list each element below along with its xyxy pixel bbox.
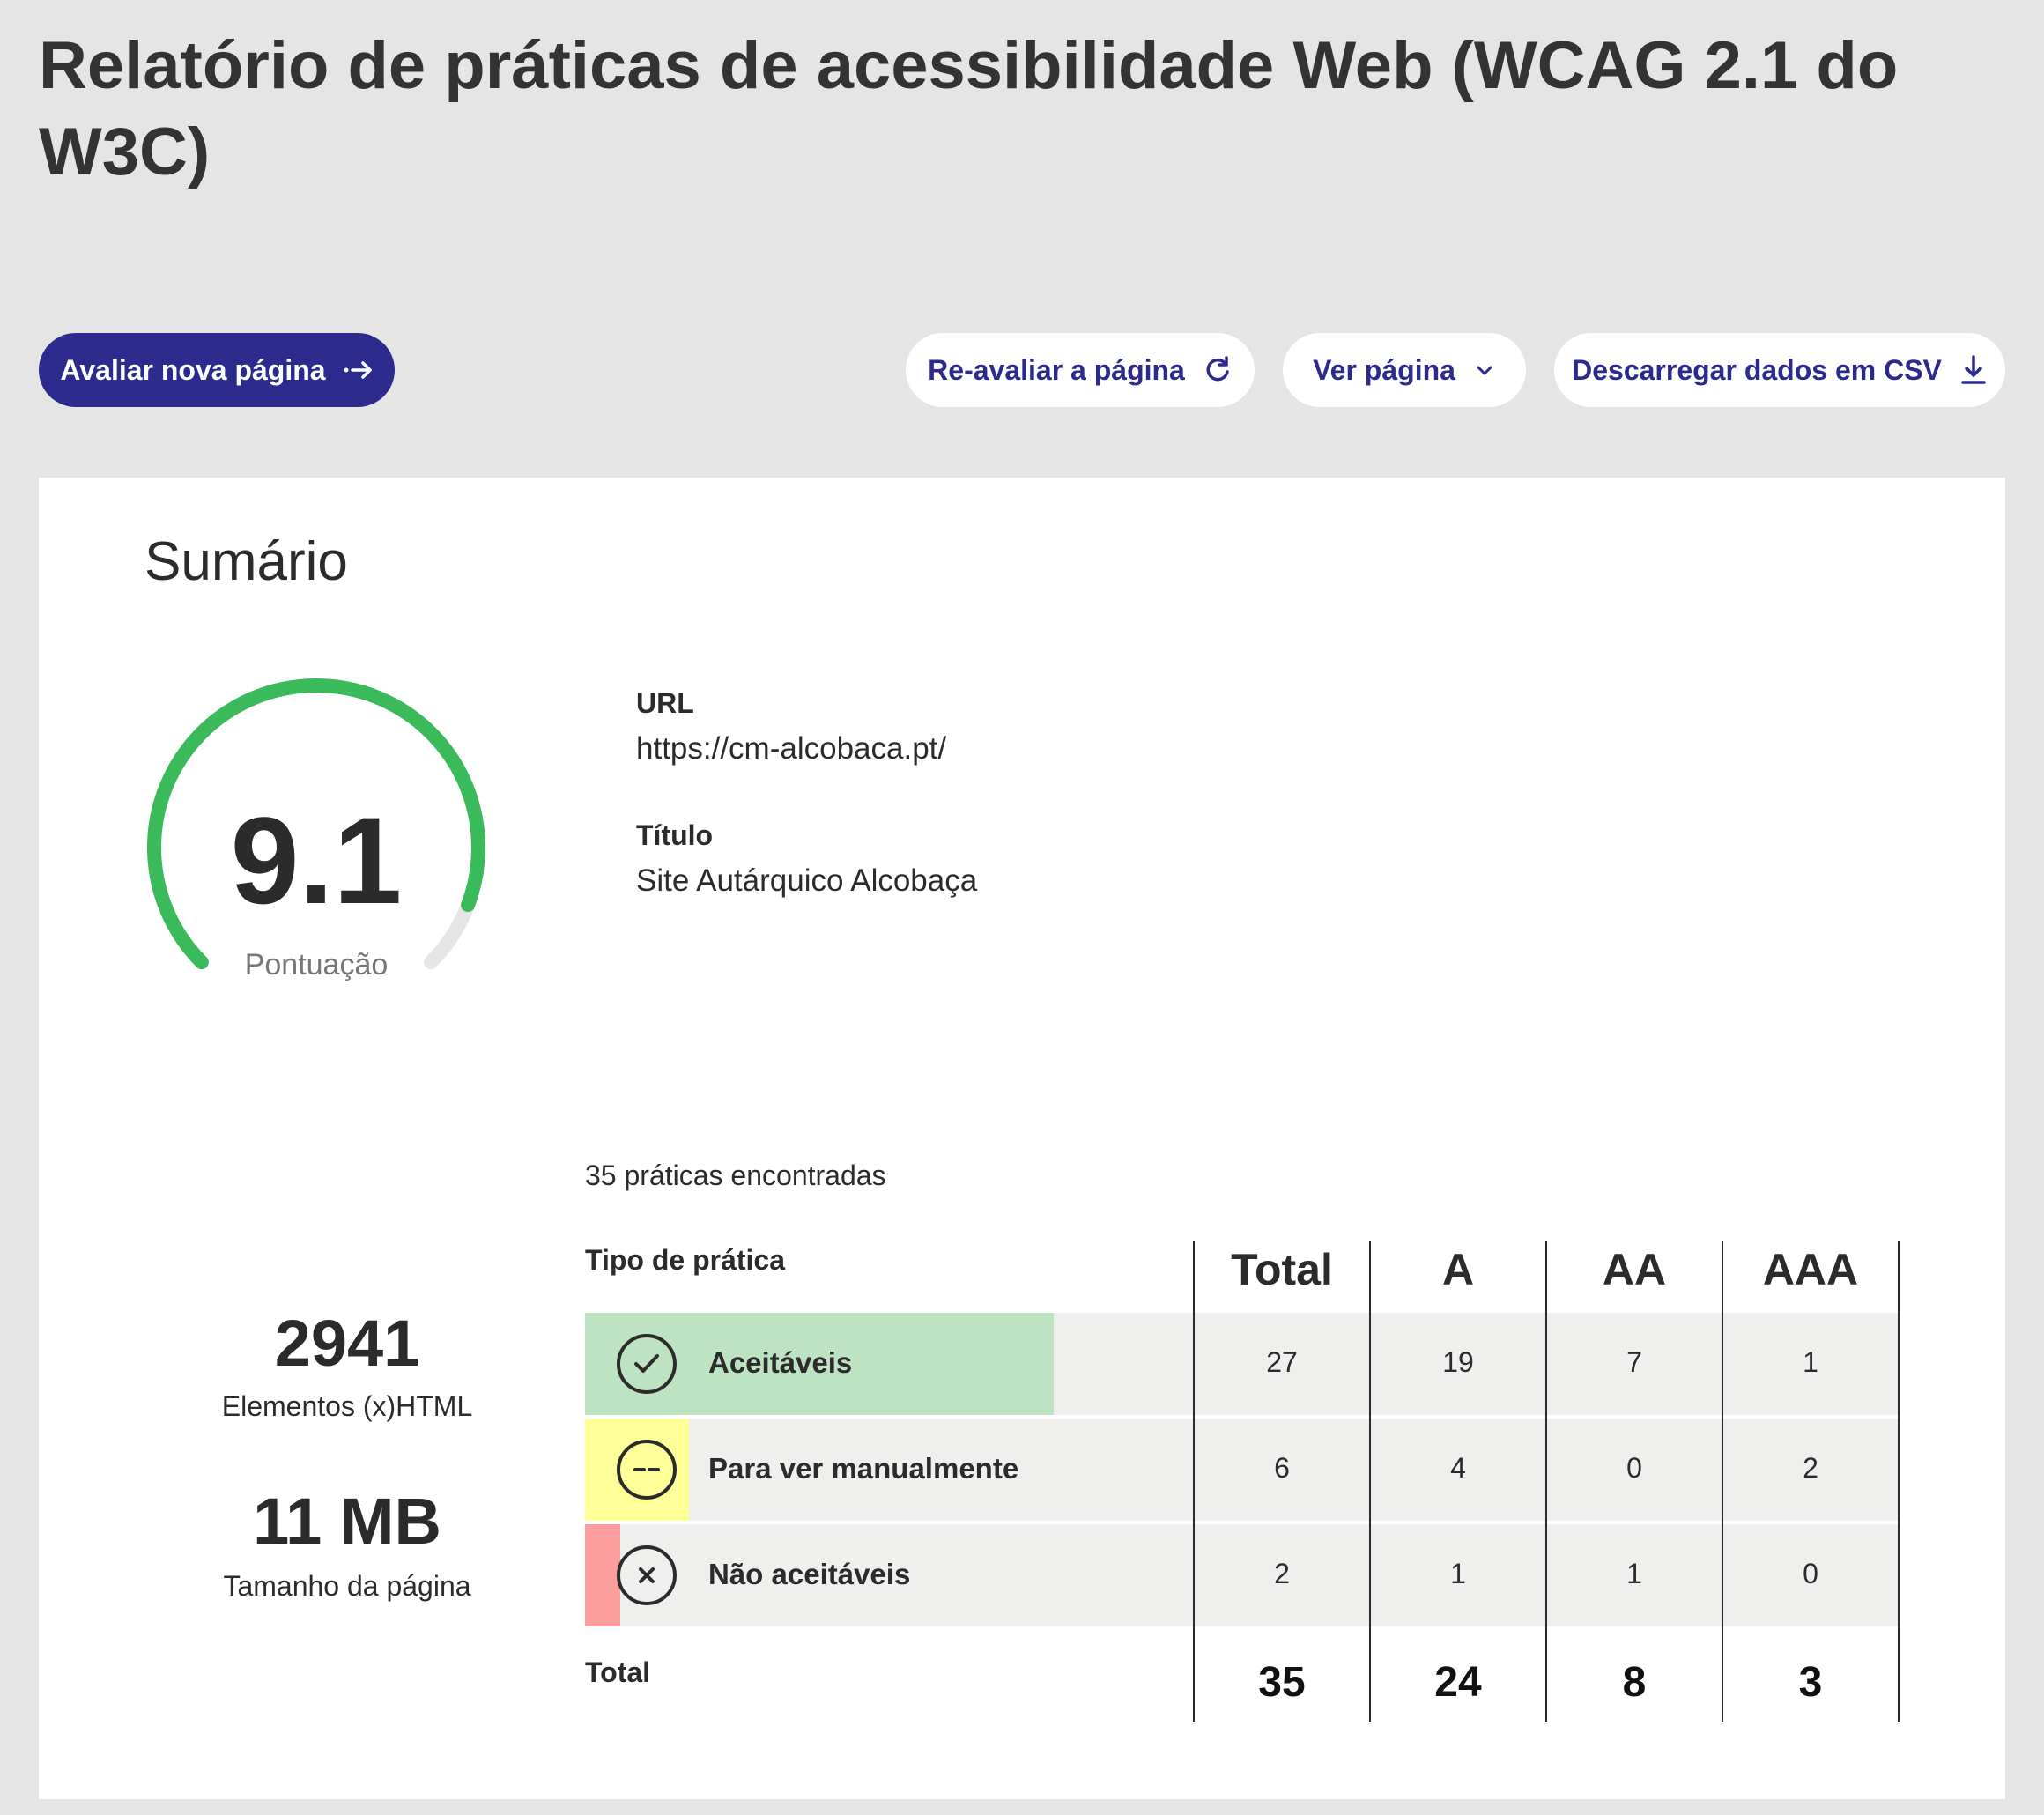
page-size-value: 11 MB (253, 1485, 441, 1558)
column-divider (1722, 1241, 1723, 1722)
view-page-label: Ver página (1313, 353, 1455, 386)
column-header-total: Total (1231, 1245, 1333, 1294)
check-icon (617, 1334, 677, 1394)
practice-type-header: Tipo de prática (585, 1244, 786, 1276)
view-page-dropdown[interactable]: Ver página (1283, 333, 1526, 407)
evaluate-new-page-button[interactable]: Avaliar nova página (39, 333, 395, 407)
reevaluate-page-label: Re-avaliar a página (928, 353, 1185, 386)
manual-label: Para ver manualmente (708, 1452, 1019, 1485)
not-acceptable-aa: 1 (1626, 1558, 1642, 1589)
manual-a: 4 (1450, 1452, 1466, 1484)
score-value: 9.1 (230, 791, 403, 930)
download-csv-button[interactable]: Descarregar dados em CSV (1554, 333, 2005, 407)
elements-count: 2941 (274, 1307, 420, 1380)
not-acceptable-ratio-bar (585, 1524, 620, 1626)
total-aaa: 3 (1798, 1659, 1823, 1706)
dash-icon (617, 1440, 677, 1500)
acceptable-a: 19 (1442, 1346, 1474, 1378)
url-value: https://cm-alcobaca.pt/ (636, 731, 947, 766)
elements-label: Elementos (x)HTML (221, 1390, 473, 1422)
page-size-label: Tamanho da página (223, 1570, 471, 1602)
chevron-down-icon (1473, 361, 1496, 379)
column-header-aa: AA (1602, 1245, 1667, 1294)
manual-total: 6 (1274, 1452, 1290, 1484)
arrow-right-icon (344, 359, 374, 381)
url-label: URL (636, 687, 694, 719)
score-label: Pontuação (244, 948, 389, 982)
column-divider (1898, 1241, 1900, 1722)
acceptable-total: 27 (1266, 1346, 1298, 1378)
page-title-label: Título (636, 819, 714, 851)
not-acceptable-label: Não aceitáveis (708, 1558, 911, 1590)
refresh-icon (1203, 355, 1233, 385)
column-header-aaa: AAA (1762, 1245, 1859, 1294)
column-header-a: A (1441, 1245, 1475, 1294)
summary-card: Sumário 9.1 Pontuação URL https://cm-alc… (39, 478, 2005, 1799)
total-label: Total (585, 1656, 651, 1688)
total-a: 24 (1434, 1659, 1482, 1706)
manual-aaa: 2 (1803, 1452, 1818, 1484)
evaluate-new-page-label: Avaliar nova página (60, 353, 326, 386)
manual-aa: 0 (1626, 1452, 1642, 1484)
column-divider (1369, 1241, 1371, 1722)
not-acceptable-total: 2 (1274, 1558, 1290, 1589)
not-acceptable-a: 1 (1450, 1558, 1466, 1589)
not-acceptable-aaa: 0 (1803, 1558, 1818, 1589)
summary-title: Sumário (144, 531, 348, 592)
practices-count: 35 práticas encontradas (585, 1159, 886, 1191)
column-divider (1193, 1241, 1195, 1722)
reevaluate-page-button[interactable]: Re-avaliar a página (906, 333, 1255, 407)
page-title: Relatório de práticas de acessibilidade … (39, 28, 1899, 189)
acceptable-aa: 7 (1626, 1346, 1642, 1378)
acceptable-aaa: 1 (1803, 1346, 1818, 1378)
grand-total: 35 (1258, 1659, 1306, 1706)
download-csv-label: Descarregar dados em CSV (1572, 353, 1942, 386)
column-divider (1545, 1241, 1547, 1722)
download-icon (1959, 354, 1988, 386)
total-aa: 8 (1622, 1659, 1647, 1706)
x-icon (617, 1545, 677, 1605)
page-title-value: Site Autárquico Alcobaça (636, 863, 978, 898)
acceptable-label: Aceitáveis (708, 1346, 853, 1379)
